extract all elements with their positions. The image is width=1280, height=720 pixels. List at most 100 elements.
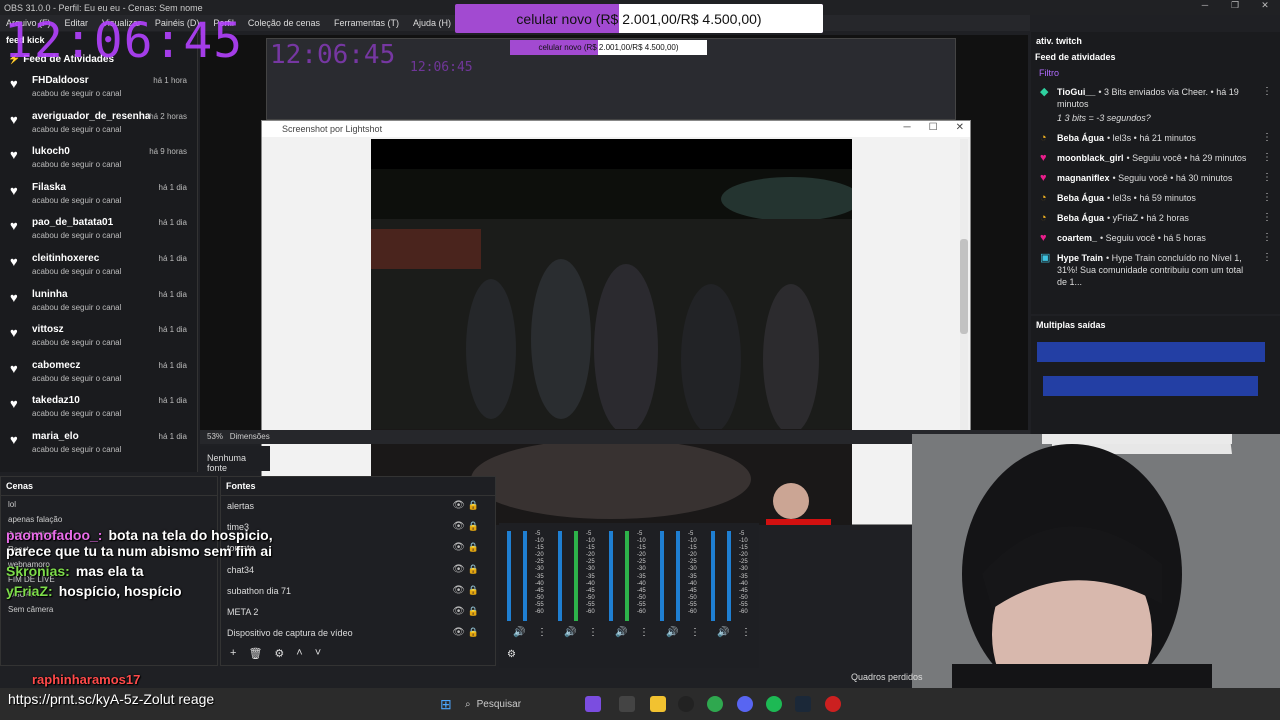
maximize-icon[interactable]: ❐ <box>1220 0 1250 11</box>
twitch-activity-row: ♥ coartem_ • Seguiu você • há 5 horas ⋮ <box>1031 228 1280 248</box>
kick-feed-row: ♥ maria_elo acabou de seguir o canal há 1 d… <box>0 427 197 463</box>
volume-meter <box>660 531 664 621</box>
add-icon[interactable]: + <box>230 647 236 665</box>
move-down-icon[interactable]: ˅ <box>315 647 321 665</box>
taskbar-search[interactable]: ⌕ Pesquisar <box>465 694 575 714</box>
eye-icon[interactable]: 👁 <box>452 627 465 638</box>
eye-icon[interactable]: 👁 <box>452 564 465 575</box>
app-icon-red[interactable] <box>825 696 841 712</box>
meter-scale-label: -10 <box>586 538 595 545</box>
gear-icon[interactable]: ⚙ <box>274 647 284 665</box>
menu-item-ferramentas[interactable]: Ferramentas (T) <box>334 18 399 28</box>
more-options-icon[interactable]: ⋮ <box>1262 252 1272 264</box>
heart-icon: ♥ <box>1040 232 1047 244</box>
eye-icon[interactable]: 👁 <box>452 521 465 532</box>
chat-last-user: raphinharamos17 <box>32 672 141 687</box>
obs-icon[interactable] <box>678 696 694 712</box>
eye-icon[interactable]: 👁 <box>452 606 465 617</box>
source-row[interactable]: Dispositivo de captura de vídeo 👁 🔒 <box>221 623 495 644</box>
speaker-icon[interactable]: 🔊 <box>615 627 627 638</box>
discord-icon[interactable] <box>737 696 753 712</box>
meter-scale-label: -35 <box>637 573 646 580</box>
kick-feed-row: ♥ averiguador_de_resenha acabou de seguir … <box>0 107 197 143</box>
meter-scale-label: -40 <box>739 580 748 587</box>
close-icon[interactable]: ✕ <box>1250 0 1280 11</box>
lightshot-window[interactable]: Screenshot por Lightshot ─ ☐ ✕ <box>261 120 971 525</box>
meter-scale-label: -20 <box>637 552 646 559</box>
lock-icon[interactable]: 🔒 <box>468 627 479 638</box>
app-icon-2[interactable] <box>619 696 635 712</box>
filter-link[interactable]: Filtro <box>1031 64 1280 82</box>
clock-icon: ◔ <box>1040 192 1047 204</box>
app-icon-1[interactable] <box>585 696 601 712</box>
meter-scale-label: -25 <box>688 559 697 566</box>
more-options-icon[interactable]: ⋮ <box>690 627 700 638</box>
eye-icon[interactable]: 👁 <box>452 585 465 596</box>
follow-time: há 1 dia <box>158 396 187 406</box>
lock-icon[interactable]: 🔒 <box>468 542 479 553</box>
move-up-icon[interactable]: ˄ <box>296 647 302 665</box>
kick-feed-row: ♥ luninha acabou de seguir o canal há 1 dia <box>0 285 197 321</box>
meter-scale-label: -30 <box>637 566 646 573</box>
kick-feed-row: ♥ takedaz10 acabou de seguir o canal há 1 d… <box>0 391 197 427</box>
more-options-icon[interactable]: ⋮ <box>1262 132 1272 144</box>
lock-icon[interactable]: 🔒 <box>468 564 479 575</box>
activity-user: Beba Água <box>1057 213 1105 223</box>
scene-item[interactable]: apenas falação <box>1 511 217 526</box>
heart-icon: ♥ <box>10 396 18 412</box>
speaker-icon[interactable]: 🔊 <box>564 627 576 638</box>
menu-item-colecao[interactable]: Coleção de cenas <box>248 18 320 28</box>
mixer-settings-icon[interactable]: ⚙ <box>507 649 516 660</box>
output-button-1[interactable] <box>1037 342 1265 362</box>
source-row[interactable]: META 2 👁 🔒 <box>221 602 495 623</box>
scene-item[interactable]: Sem câmera <box>1 601 217 616</box>
source-row[interactable]: alertas 👁 🔒 <box>221 496 495 517</box>
more-options-icon[interactable]: ⋮ <box>741 627 751 638</box>
speaker-icon[interactable]: 🔊 <box>717 627 729 638</box>
zoom-level: 53% <box>207 432 224 441</box>
meter-scale: -5 -10 -15 -20 -25 -30 -35 -40 -45 -50 -55 -60 <box>535 531 544 616</box>
more-options-icon[interactable]: ⋮ <box>1262 172 1272 184</box>
menu-item-ajuda[interactable]: Ajuda (H) <box>413 18 451 28</box>
spotify-icon[interactable] <box>766 696 782 712</box>
trash-icon[interactable]: 🗑 <box>248 647 262 665</box>
chrome-icon[interactable] <box>707 696 723 712</box>
steam-icon[interactable] <box>795 696 811 712</box>
lock-icon[interactable]: 🔒 <box>468 521 479 532</box>
goal-bar-echo: celular novo (R$ 2.001,00/R$ 4.500,00) <box>510 40 707 55</box>
output-button-2[interactable] <box>1043 376 1258 396</box>
meter-scale-label: -20 <box>586 552 595 559</box>
lock-icon[interactable]: 🔒 <box>468 606 479 617</box>
more-options-icon[interactable]: ⋮ <box>1262 232 1272 244</box>
meter-scale-label: -45 <box>739 587 748 594</box>
more-options-icon[interactable]: ⋮ <box>1262 212 1272 224</box>
more-options-icon[interactable]: ⋮ <box>537 627 547 638</box>
speaker-icon[interactable]: 🔊 <box>513 627 525 638</box>
more-options-icon[interactable]: ⋮ <box>588 627 598 638</box>
scenes-title: Cenas <box>1 477 217 496</box>
speaker-icon[interactable]: 🔊 <box>666 627 678 638</box>
scene-item[interactable]: lol <box>1 496 217 511</box>
heart-icon: ♥ <box>1040 152 1047 164</box>
minimize-icon[interactable]: ─ <box>904 122 911 133</box>
maximize-icon[interactable]: ☐ <box>929 122 938 133</box>
clock-icon: ◔ <box>1040 212 1047 224</box>
meter-scale-label: -10 <box>637 538 646 545</box>
minimize-icon[interactable]: ─ <box>1190 0 1220 11</box>
lock-icon[interactable]: 🔒 <box>468 500 479 511</box>
more-options-icon[interactable]: ⋮ <box>1262 192 1272 204</box>
heart-icon: ♥ <box>10 76 18 91</box>
more-options-icon[interactable]: ⋮ <box>639 627 649 638</box>
meter-scale-label: -25 <box>586 559 595 566</box>
webcam-feed <box>912 434 1280 720</box>
more-options-icon[interactable]: ⋮ <box>1262 86 1272 98</box>
folder-icon[interactable] <box>650 696 666 712</box>
lightshot-title: Screenshot por Lightshot <box>282 124 383 134</box>
eye-icon[interactable]: 👁 <box>452 542 465 553</box>
windows-start-icon[interactable]: ⊞ <box>440 696 456 712</box>
meter-scale-label: -25 <box>637 559 646 566</box>
more-options-icon[interactable]: ⋮ <box>1262 152 1272 164</box>
close-icon[interactable]: ✕ <box>956 122 964 133</box>
lock-icon[interactable]: 🔒 <box>468 585 479 596</box>
eye-icon[interactable]: 👁 <box>452 500 465 511</box>
